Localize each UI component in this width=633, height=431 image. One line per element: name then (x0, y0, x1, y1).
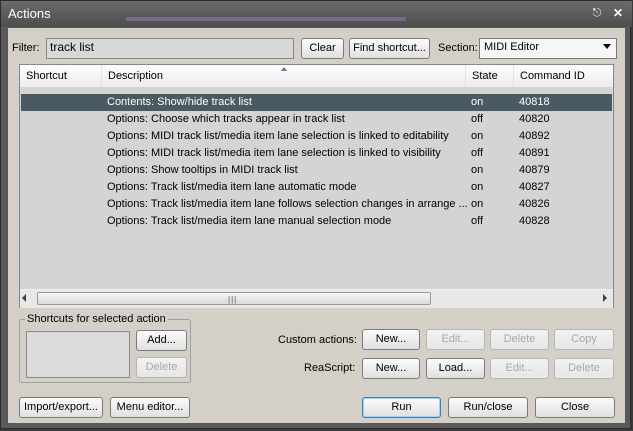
actions-list[interactable]: Shortcut Description State Command ID Co… (19, 64, 614, 308)
row-state: on (471, 181, 484, 193)
row-command-id: 40826 (519, 198, 550, 210)
scroll-right-icon[interactable] (603, 294, 607, 302)
window-title: Actions (8, 6, 51, 21)
custom-edit-button[interactable]: Edit... (426, 329, 485, 350)
row-description: Options: Choose which tracks appear in t… (107, 113, 345, 125)
row-state: on (471, 96, 484, 108)
reascript-delete-button[interactable]: Delete (554, 358, 614, 379)
row-command-id: 40827 (519, 181, 550, 193)
scrollbar-thumb[interactable]: ||| (37, 292, 431, 305)
horizontal-scrollbar[interactable]: ||| (20, 289, 613, 308)
row-description: Contents: Show/hide track list (107, 96, 252, 108)
row-description: Options: MIDI track list/media item lane… (107, 147, 441, 159)
row-description: Options: Track list/media item lane foll… (107, 198, 468, 210)
row-command-id: 40891 (519, 147, 550, 159)
row-description: Options: MIDI track list/media item lane… (107, 130, 449, 142)
row-description: Options: Track list/media item lane auto… (107, 181, 357, 193)
section-select[interactable]: MIDI Editor (479, 38, 617, 59)
column-command-id[interactable]: Command ID (514, 65, 613, 87)
table-row[interactable]: Options: Track list/media item lane foll… (21, 196, 612, 213)
delete-shortcut-button[interactable]: Delete (136, 357, 187, 378)
column-shortcut[interactable]: Shortcut (20, 65, 102, 87)
custom-actions-label: Custom actions: (278, 334, 357, 346)
row-state: off (471, 147, 484, 159)
row-state: on (471, 164, 484, 176)
custom-copy-button[interactable]: Copy (554, 329, 614, 350)
reascript-load-button[interactable]: Load... (426, 358, 485, 379)
row-command-id: 40820 (519, 113, 550, 125)
clear-button[interactable]: Clear (301, 38, 344, 59)
table-row[interactable]: Options: MIDI track list/media item lane… (21, 128, 612, 145)
list-header: Shortcut Description State Command ID (20, 65, 613, 88)
reascript-edit-button[interactable]: Edit... (490, 358, 549, 379)
column-state[interactable]: State (466, 65, 514, 87)
row-command-id: 40818 (519, 96, 550, 108)
row-state: on (471, 198, 484, 210)
import-export-button[interactable]: Import/export... (19, 397, 103, 418)
actions-window: Actions ⎋ ✕ Filter: track list Clear Fin… (0, 0, 632, 429)
row-command-id: 40879 (519, 164, 550, 176)
run-button[interactable]: Run (362, 397, 441, 418)
section-label: Section: (438, 42, 478, 54)
row-state: on (471, 130, 484, 142)
shortcuts-listbox[interactable] (26, 331, 130, 378)
table-row[interactable]: Contents: Show/hide track list on 40818 (21, 94, 612, 111)
pin-icon[interactable]: ⎋ (590, 6, 604, 20)
row-state: off (471, 113, 484, 125)
title-bar-accent (126, 17, 406, 21)
menu-editor-button[interactable]: Menu editor... (110, 397, 190, 418)
table-row[interactable]: Options: MIDI track list/media item lane… (21, 145, 612, 162)
dialog-body: Filter: track list Clear Find shortcut..… (8, 28, 625, 423)
find-shortcut-button[interactable]: Find shortcut... (349, 38, 430, 59)
custom-delete-button[interactable]: Delete (490, 329, 549, 350)
table-row[interactable]: Options: Choose which tracks appear in t… (21, 111, 612, 128)
row-description: Options: Show tooltips in MIDI track lis… (107, 164, 298, 176)
chevron-down-icon (603, 44, 611, 49)
reascript-label: ReaScript: (304, 362, 356, 374)
section-select-value: MIDI Editor (484, 41, 540, 53)
title-bar[interactable]: Actions ⎋ ✕ (1, 1, 632, 27)
shortcuts-group-title: Shortcuts for selected action (25, 313, 168, 325)
filter-label: Filter: (12, 42, 40, 54)
run-close-button[interactable]: Run/close (448, 397, 528, 418)
row-command-id: 40828 (519, 215, 550, 227)
table-row[interactable]: Options: Show tooltips in MIDI track lis… (21, 162, 612, 179)
sort-ascending-icon (281, 67, 287, 71)
reascript-new-button[interactable]: New... (362, 358, 420, 379)
custom-new-button[interactable]: New... (362, 329, 420, 350)
add-shortcut-button[interactable]: Add... (136, 330, 187, 351)
close-button[interactable]: Close (535, 397, 615, 418)
row-description: Options: Track list/media item lane manu… (107, 215, 392, 227)
row-command-id: 40892 (519, 130, 550, 142)
close-icon[interactable]: ✕ (610, 6, 626, 20)
row-state: off (471, 215, 484, 227)
table-row[interactable]: Options: Track list/media item lane manu… (21, 213, 612, 230)
filter-input[interactable]: track list (46, 38, 294, 59)
grip-icon: ||| (228, 295, 238, 304)
scroll-left-icon[interactable] (22, 294, 26, 302)
table-row[interactable]: Options: Track list/media item lane auto… (21, 179, 612, 196)
